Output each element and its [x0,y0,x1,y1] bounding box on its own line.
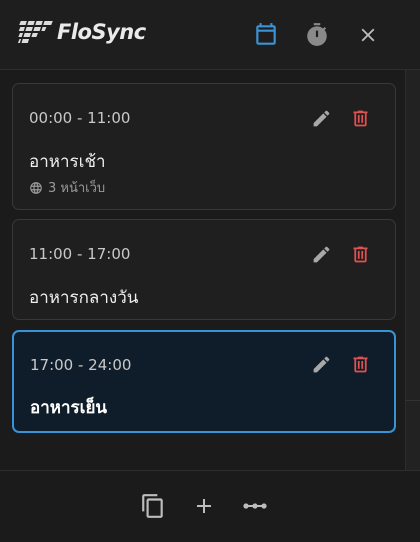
schedule-name: อาหารกลางวัน [29,288,139,308]
schedule-item-lunch[interactable]: 11:00 - 17:00 อาหารกลางวัน [12,219,396,320]
app-logo: FloSync [14,18,146,46]
pencil-icon [313,246,329,262]
delete-button[interactable] [348,242,372,266]
scroll-rail[interactable] [405,70,420,470]
pencil-icon [313,356,329,372]
edit-button[interactable] [309,242,333,266]
more-icon [243,503,267,509]
flosync-app: FloSync 00:00 - 11:00 อาหารเช้า 3 หน้าเว… [0,0,420,542]
timer-icon [307,23,327,46]
calendar-button[interactable] [251,20,281,50]
timer-button[interactable] [302,20,332,50]
schedule-item-dinner[interactable]: 17:00 - 24:00 อาหารเย็น [12,330,396,433]
trash-icon [353,246,367,262]
delete-button[interactable] [348,106,372,130]
close-icon [361,28,375,42]
edit-button[interactable] [309,106,333,130]
globe-icon [29,181,43,195]
schedule-time: 11:00 - 17:00 [29,245,131,263]
rail-divider [405,400,420,401]
copy-button[interactable] [139,491,167,521]
close-button[interactable] [353,20,383,50]
add-button[interactable] [190,491,218,521]
add-icon [197,499,211,513]
trash-icon [353,356,367,372]
copy-icon [142,494,163,518]
schedule-meta-text: 3 หน้าเว็บ [48,181,106,196]
app-name: FloSync [57,20,146,44]
edit-button[interactable] [309,352,333,376]
schedule-name: อาหารเย็น [30,398,108,418]
schedule-time: 17:00 - 24:00 [30,356,132,374]
footer-toolbar [0,470,420,542]
delete-button[interactable] [348,352,372,376]
schedule-name: อาหารเช้า [29,152,106,172]
trash-icon [353,110,367,126]
flosync-logo-icon [17,19,53,46]
header: FloSync [0,0,420,70]
pencil-icon [313,110,329,126]
schedule-meta: 3 หน้าเว็บ [29,177,105,198]
calendar-icon [256,23,276,45]
schedule-item-breakfast[interactable]: 00:00 - 11:00 อาหารเช้า 3 หน้าเว็บ [12,83,396,210]
schedule-time: 00:00 - 11:00 [29,109,131,127]
more-button[interactable] [241,491,269,521]
